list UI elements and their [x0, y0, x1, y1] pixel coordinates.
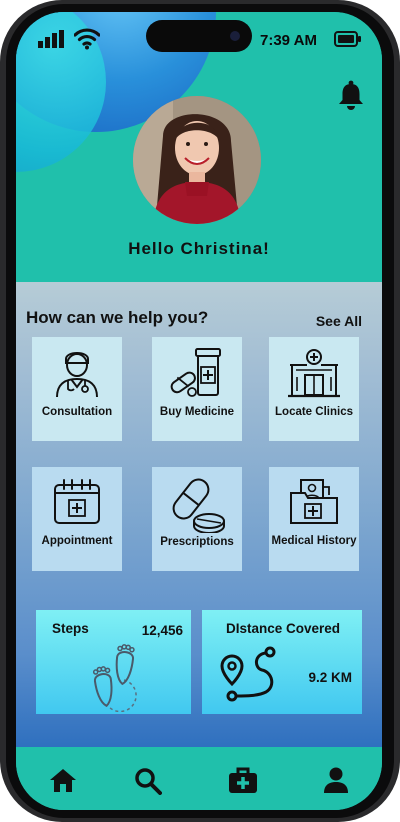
medical-folder-icon — [290, 479, 338, 524]
camera-dot — [230, 31, 240, 41]
calendar-icon — [54, 479, 100, 524]
doctor-icon — [56, 352, 98, 398]
service-label: Locate Clinics — [275, 406, 353, 418]
medicine-icon — [170, 348, 221, 397]
service-tile-medical-history[interactable]: Medical History — [269, 467, 359, 571]
pills-icon — [172, 478, 225, 533]
route-icon — [220, 646, 276, 702]
see-all-link[interactable]: See All — [316, 313, 362, 329]
search-icon[interactable] — [134, 767, 162, 795]
wifi-icon — [74, 28, 100, 50]
battery-icon — [334, 31, 361, 47]
service-tile-buy-medicine[interactable]: Buy Medicine — [152, 337, 242, 441]
app-screen: 7:39 AM Hello Christina! How can we help… — [16, 12, 382, 810]
steps-card[interactable]: Steps 12,456 — [36, 610, 191, 714]
bottom-navigation — [16, 747, 382, 810]
home-icon[interactable] — [49, 767, 77, 793]
service-tile-appointment[interactable]: Appointment — [32, 467, 122, 571]
phone-frame: 7:39 AM Hello Christina! How can we help… — [0, 0, 400, 822]
distance-card[interactable]: DIstance Covered 9.2 KM — [202, 610, 362, 714]
services-section: How can we help you? See All Consultatio… — [16, 282, 382, 747]
distance-value: 9.2 KM — [308, 670, 352, 685]
signal-icon — [38, 30, 64, 48]
steps-value: 12,456 — [141, 623, 183, 638]
dynamic-island — [146, 20, 252, 52]
service-label: Prescriptions — [160, 536, 234, 548]
greeting-text: Hello Christina! — [128, 239, 270, 258]
service-label: Medical History — [271, 535, 357, 547]
notification-bell-icon[interactable] — [338, 80, 364, 110]
service-tile-consultation[interactable]: Consultation — [32, 337, 122, 441]
profile-photo — [133, 96, 261, 224]
service-label: Buy Medicine — [159, 406, 235, 418]
footprints-icon — [92, 644, 137, 712]
section-title: How can we help you? — [26, 308, 209, 327]
service-tile-prescriptions[interactable]: Prescriptions — [152, 467, 242, 571]
medical-kit-icon[interactable] — [228, 767, 258, 794]
profile-icon[interactable] — [323, 767, 349, 793]
clinic-icon — [288, 349, 340, 398]
service-label: Consultation — [41, 406, 113, 418]
service-label: Appointment — [41, 535, 113, 547]
status-time: 7:39 AM — [260, 32, 317, 49]
service-tile-locate-clinics[interactable]: Locate Clinics — [269, 337, 359, 441]
distance-title: DIstance Covered — [226, 621, 341, 636]
avatar[interactable] — [133, 96, 261, 224]
steps-title: Steps — [52, 621, 89, 636]
profile-header: 7:39 AM Hello Christina! — [16, 12, 382, 282]
